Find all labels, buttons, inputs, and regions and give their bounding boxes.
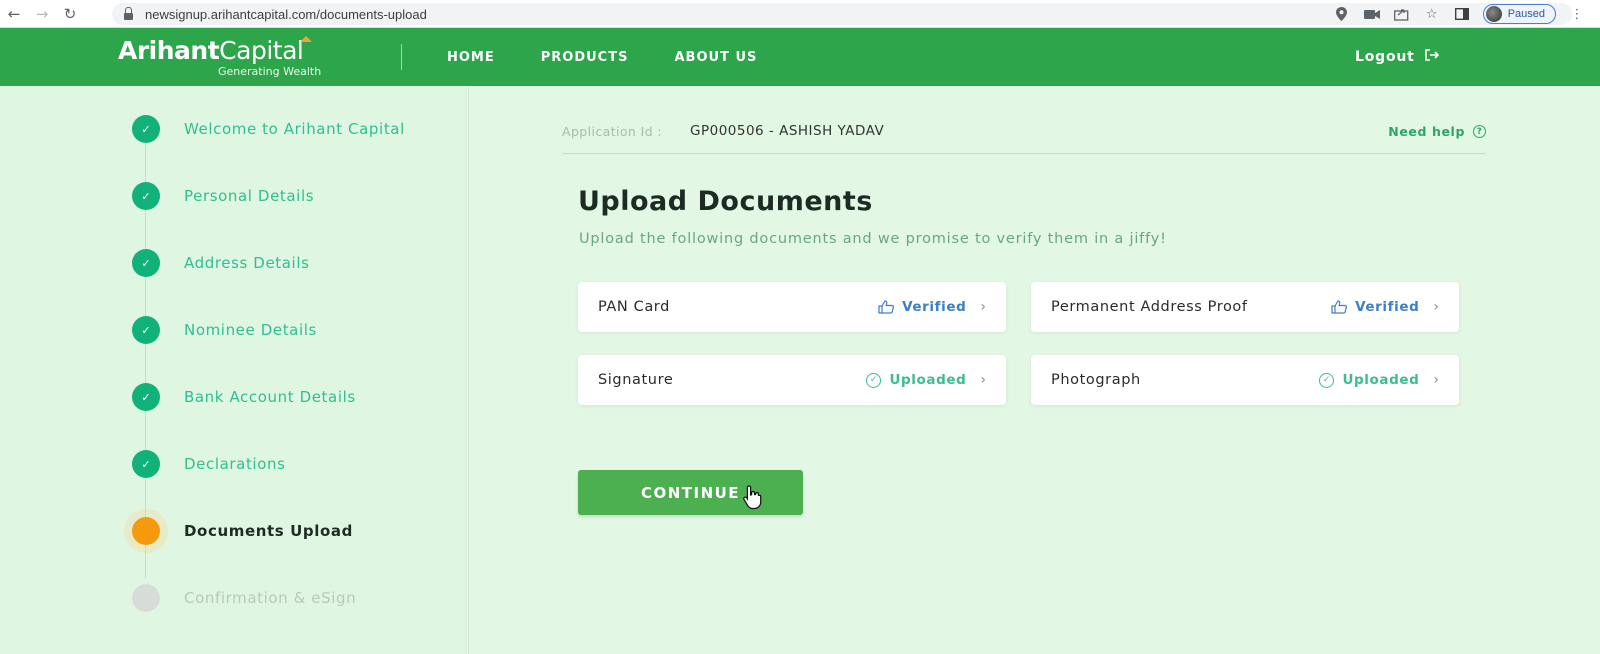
- step-done-icon: ✓: [132, 316, 160, 344]
- step-confirmation-esign: Confirmation & eSign: [132, 584, 356, 612]
- chevron-right-icon: ›: [1433, 299, 1439, 315]
- progress-sidebar: [0, 86, 469, 654]
- continue-button[interactable]: CONTINUE: [578, 470, 803, 515]
- application-bar: Application Id : GP000506 - ASHISH YADAV…: [562, 122, 1486, 154]
- logo-bold-text: Arihant: [118, 36, 220, 65]
- continue-label: CONTINUE: [640, 483, 741, 502]
- thumbs-up-icon: [878, 300, 895, 314]
- step-label: Personal Details: [184, 187, 315, 205]
- logo-regular-text: Capital: [219, 36, 304, 65]
- application-id-label: Application Id :: [562, 124, 663, 139]
- step-pending-icon: [132, 584, 160, 612]
- step-done-icon: ✓: [132, 115, 160, 143]
- camera-icon[interactable]: [1357, 0, 1387, 28]
- nav-products[interactable]: PRODUCTS: [541, 50, 629, 65]
- page-title: Upload Documents: [578, 186, 873, 217]
- step-done-icon: ✓: [132, 383, 160, 411]
- step-done-icon: ✓: [132, 182, 160, 210]
- status-badge: Verified: [878, 299, 966, 315]
- status-badge: ✓ Uploaded: [866, 372, 966, 388]
- thumbs-up-icon: [1331, 300, 1348, 314]
- status-text: Verified: [902, 299, 967, 315]
- profile-status: Paused: [1507, 8, 1545, 20]
- step-label: Confirmation & eSign: [184, 589, 357, 607]
- profile-button[interactable]: Paused: [1482, 4, 1556, 24]
- status-text: Verified: [1355, 299, 1420, 315]
- document-card-pan[interactable]: PAN Card Verified ›: [578, 282, 1006, 332]
- logo-tagline: Generating Wealth: [218, 65, 322, 78]
- status-text: Uploaded: [1342, 372, 1420, 388]
- back-arrow-icon[interactable]: ←: [0, 0, 28, 28]
- reload-icon[interactable]: ↻: [56, 0, 84, 28]
- step-welcome[interactable]: ✓ Welcome to Arihant Capital: [132, 115, 405, 143]
- document-name: Signature: [598, 372, 674, 388]
- document-card-signature[interactable]: Signature ✓ Uploaded ›: [578, 355, 1006, 405]
- step-label: Declarations: [184, 455, 286, 473]
- step-nominee-details[interactable]: ✓ Nominee Details: [132, 316, 317, 344]
- forward-arrow-icon[interactable]: →: [28, 0, 56, 28]
- status-text: Uploaded: [889, 372, 967, 388]
- page-subtitle: Upload the following documents and we pr…: [579, 231, 1167, 247]
- share-icon[interactable]: [1387, 0, 1417, 28]
- check-circle-icon: ✓: [866, 372, 882, 388]
- avatar: [1485, 6, 1502, 22]
- step-personal-details[interactable]: ✓ Personal Details: [132, 182, 314, 210]
- document-name: PAN Card: [598, 299, 670, 315]
- header-divider: [401, 44, 402, 70]
- chevron-right-icon: ›: [980, 372, 986, 388]
- logout-icon: [1424, 49, 1439, 65]
- need-help-link[interactable]: Need help ?: [1388, 124, 1486, 139]
- document-name: Photograph: [1051, 372, 1141, 388]
- url-text: newsignup.arihantcapital.com/documents-u…: [145, 6, 427, 22]
- site-header: ArihantCapital Generating Wealth HOME PR…: [0, 28, 1600, 86]
- step-done-icon: ✓: [132, 450, 160, 478]
- step-label: Nominee Details: [184, 321, 317, 339]
- step-label: Documents Upload: [184, 522, 353, 540]
- need-help-label: Need help: [1388, 124, 1465, 139]
- browser-toolbar: ← → ↻ newsignup.arihantcapital.com/docum…: [0, 0, 1600, 28]
- lock-icon: [124, 6, 133, 20]
- application-id-value: GP000506 - ASHISH YADAV: [690, 123, 885, 139]
- step-address-details[interactable]: ✓ Address Details: [132, 249, 310, 277]
- help-icon: ?: [1473, 125, 1486, 138]
- star-icon[interactable]: ☆: [1417, 0, 1447, 28]
- document-name: Permanent Address Proof: [1051, 299, 1248, 315]
- step-label: Bank Account Details: [184, 388, 356, 406]
- hand-cursor-icon: [743, 485, 762, 510]
- location-icon[interactable]: [1327, 0, 1357, 28]
- step-bank-account-details[interactable]: ✓ Bank Account Details: [132, 383, 356, 411]
- kebab-menu-icon[interactable]: ⋮: [1562, 0, 1592, 28]
- top-nav: HOME PRODUCTS ABOUT US: [447, 28, 757, 86]
- document-card-address-proof[interactable]: Permanent Address Proof Verified ›: [1031, 282, 1459, 332]
- chevron-right-icon: ›: [980, 299, 986, 315]
- document-card-photograph[interactable]: Photograph ✓ Uploaded ›: [1031, 355, 1459, 405]
- check-circle-icon: ✓: [1319, 372, 1335, 388]
- step-documents-upload[interactable]: Documents Upload: [132, 517, 353, 545]
- step-label: Address Details: [184, 254, 310, 272]
- chevron-right-icon: ›: [1433, 372, 1439, 388]
- logout-button[interactable]: Logout: [1355, 28, 1439, 86]
- status-badge: Verified: [1331, 299, 1419, 315]
- step-declarations[interactable]: ✓ Declarations: [132, 450, 286, 478]
- sidepanel-icon[interactable]: [1447, 0, 1477, 28]
- nav-home[interactable]: HOME: [447, 50, 495, 65]
- status-badge: ✓ Uploaded: [1319, 372, 1419, 388]
- logo-roof-icon: [300, 36, 312, 43]
- nav-about-us[interactable]: ABOUT US: [674, 50, 757, 65]
- logo[interactable]: ArihantCapital Generating Wealth: [118, 36, 321, 78]
- logout-label: Logout: [1355, 49, 1415, 65]
- step-done-icon: ✓: [132, 249, 160, 277]
- step-current-icon: [132, 517, 160, 545]
- step-label: Welcome to Arihant Capital: [184, 120, 405, 138]
